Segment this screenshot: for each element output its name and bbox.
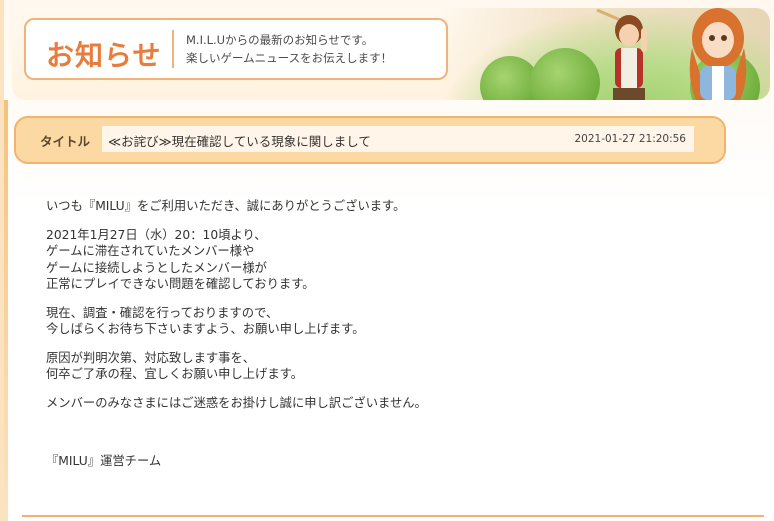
- boy-character-image: [596, 8, 647, 100]
- page-title: お知らせ: [46, 39, 162, 72]
- body-paragraph: いつも『MILU』をご利用いただき、誠にありがとうございます。: [46, 198, 726, 215]
- bottom-divider: [22, 515, 764, 517]
- body-paragraph: 現在、調査・確認を行っておりますので、 今しばらくお待ち下さいますよう、お願い申…: [46, 305, 726, 338]
- subtitle-line: M.I.L.Uからの最新のお知らせです。: [186, 33, 374, 47]
- body-paragraph: メンバーのみなさまにはご迷惑をお掛けし誠に申し訳ございません。: [46, 395, 726, 412]
- tree-decoration: [530, 48, 600, 100]
- body-line: 現在、調査・確認を行っておりますので、: [46, 305, 279, 320]
- body-line: いつも『MILU』をご利用いただき、誠にありがとうございます。: [46, 199, 406, 213]
- page-subtitle: M.I.L.Uからの最新のお知らせです。 楽しいゲームニュースをお伝えします！: [186, 31, 392, 67]
- body-line: メンバーのみなさまにはご迷惑をお掛けし誠に申し訳ございません。: [46, 395, 427, 410]
- body-line: 原因が判明次第、対応致します事を、: [46, 350, 256, 365]
- subject-label: タイトル: [40, 134, 91, 149]
- body-line: ゲームに滞在されていたメンバー様や: [46, 244, 255, 258]
- body-line: 正常にプレイできない問題を確認しております。: [46, 277, 315, 291]
- notice-subject-bar: タイトル ≪お詫び≫現在確認している現象に関しまして 2021-01-27 21…: [14, 116, 726, 164]
- body-line: 今しばらくお待ち下さいますよう、お願い申し上げます。: [46, 322, 365, 336]
- title-divider: [172, 30, 174, 68]
- body-paragraph: 原因が判明次第、対応致します事を、 何卒ご了承の程、宜しくお願い申し上げます。: [46, 350, 726, 383]
- body-paragraph: 2021年1月27日（水）20：10頃より、 ゲームに滞在されていたメンバー様や…: [46, 227, 726, 293]
- body-line: 何卒ご了承の程、宜しくお願い申し上げます。: [46, 367, 304, 381]
- subtitle-line: 楽しいゲームニュースをお伝えします！: [186, 51, 393, 65]
- left-frame-decoration: [4, 100, 8, 521]
- page-title-box: お知らせ M.I.L.Uからの最新のお知らせです。 楽しいゲームニュースをお伝え…: [24, 18, 448, 80]
- signature: 『MILU』運営チーム: [46, 454, 162, 468]
- girl-character-image: [689, 8, 747, 100]
- body-line: 2021年1月27日（水）20：10頃より、: [46, 227, 267, 242]
- notice-body: いつも『MILU』をご利用いただき、誠にありがとうございます。 2021年1月2…: [46, 198, 726, 423]
- subject-field: ≪お詫び≫現在確認している現象に関しまして 2021-01-27 21:20:5…: [102, 126, 694, 152]
- notice-datetime: 2021-01-27 21:20:56: [574, 133, 686, 145]
- header-banner: お知らせ M.I.L.Uからの最新のお知らせです。 楽しいゲームニュースをお伝え…: [12, 8, 770, 100]
- notice-title: ≪お詫び≫現在確認している現象に関しまして: [108, 134, 371, 149]
- body-line: ゲームに接続しようとしたメンバー様が: [46, 260, 267, 275]
- notice-page: お知らせ M.I.L.Uからの最新のお知らせです。 楽しいゲームニュースをお伝え…: [4, 0, 774, 521]
